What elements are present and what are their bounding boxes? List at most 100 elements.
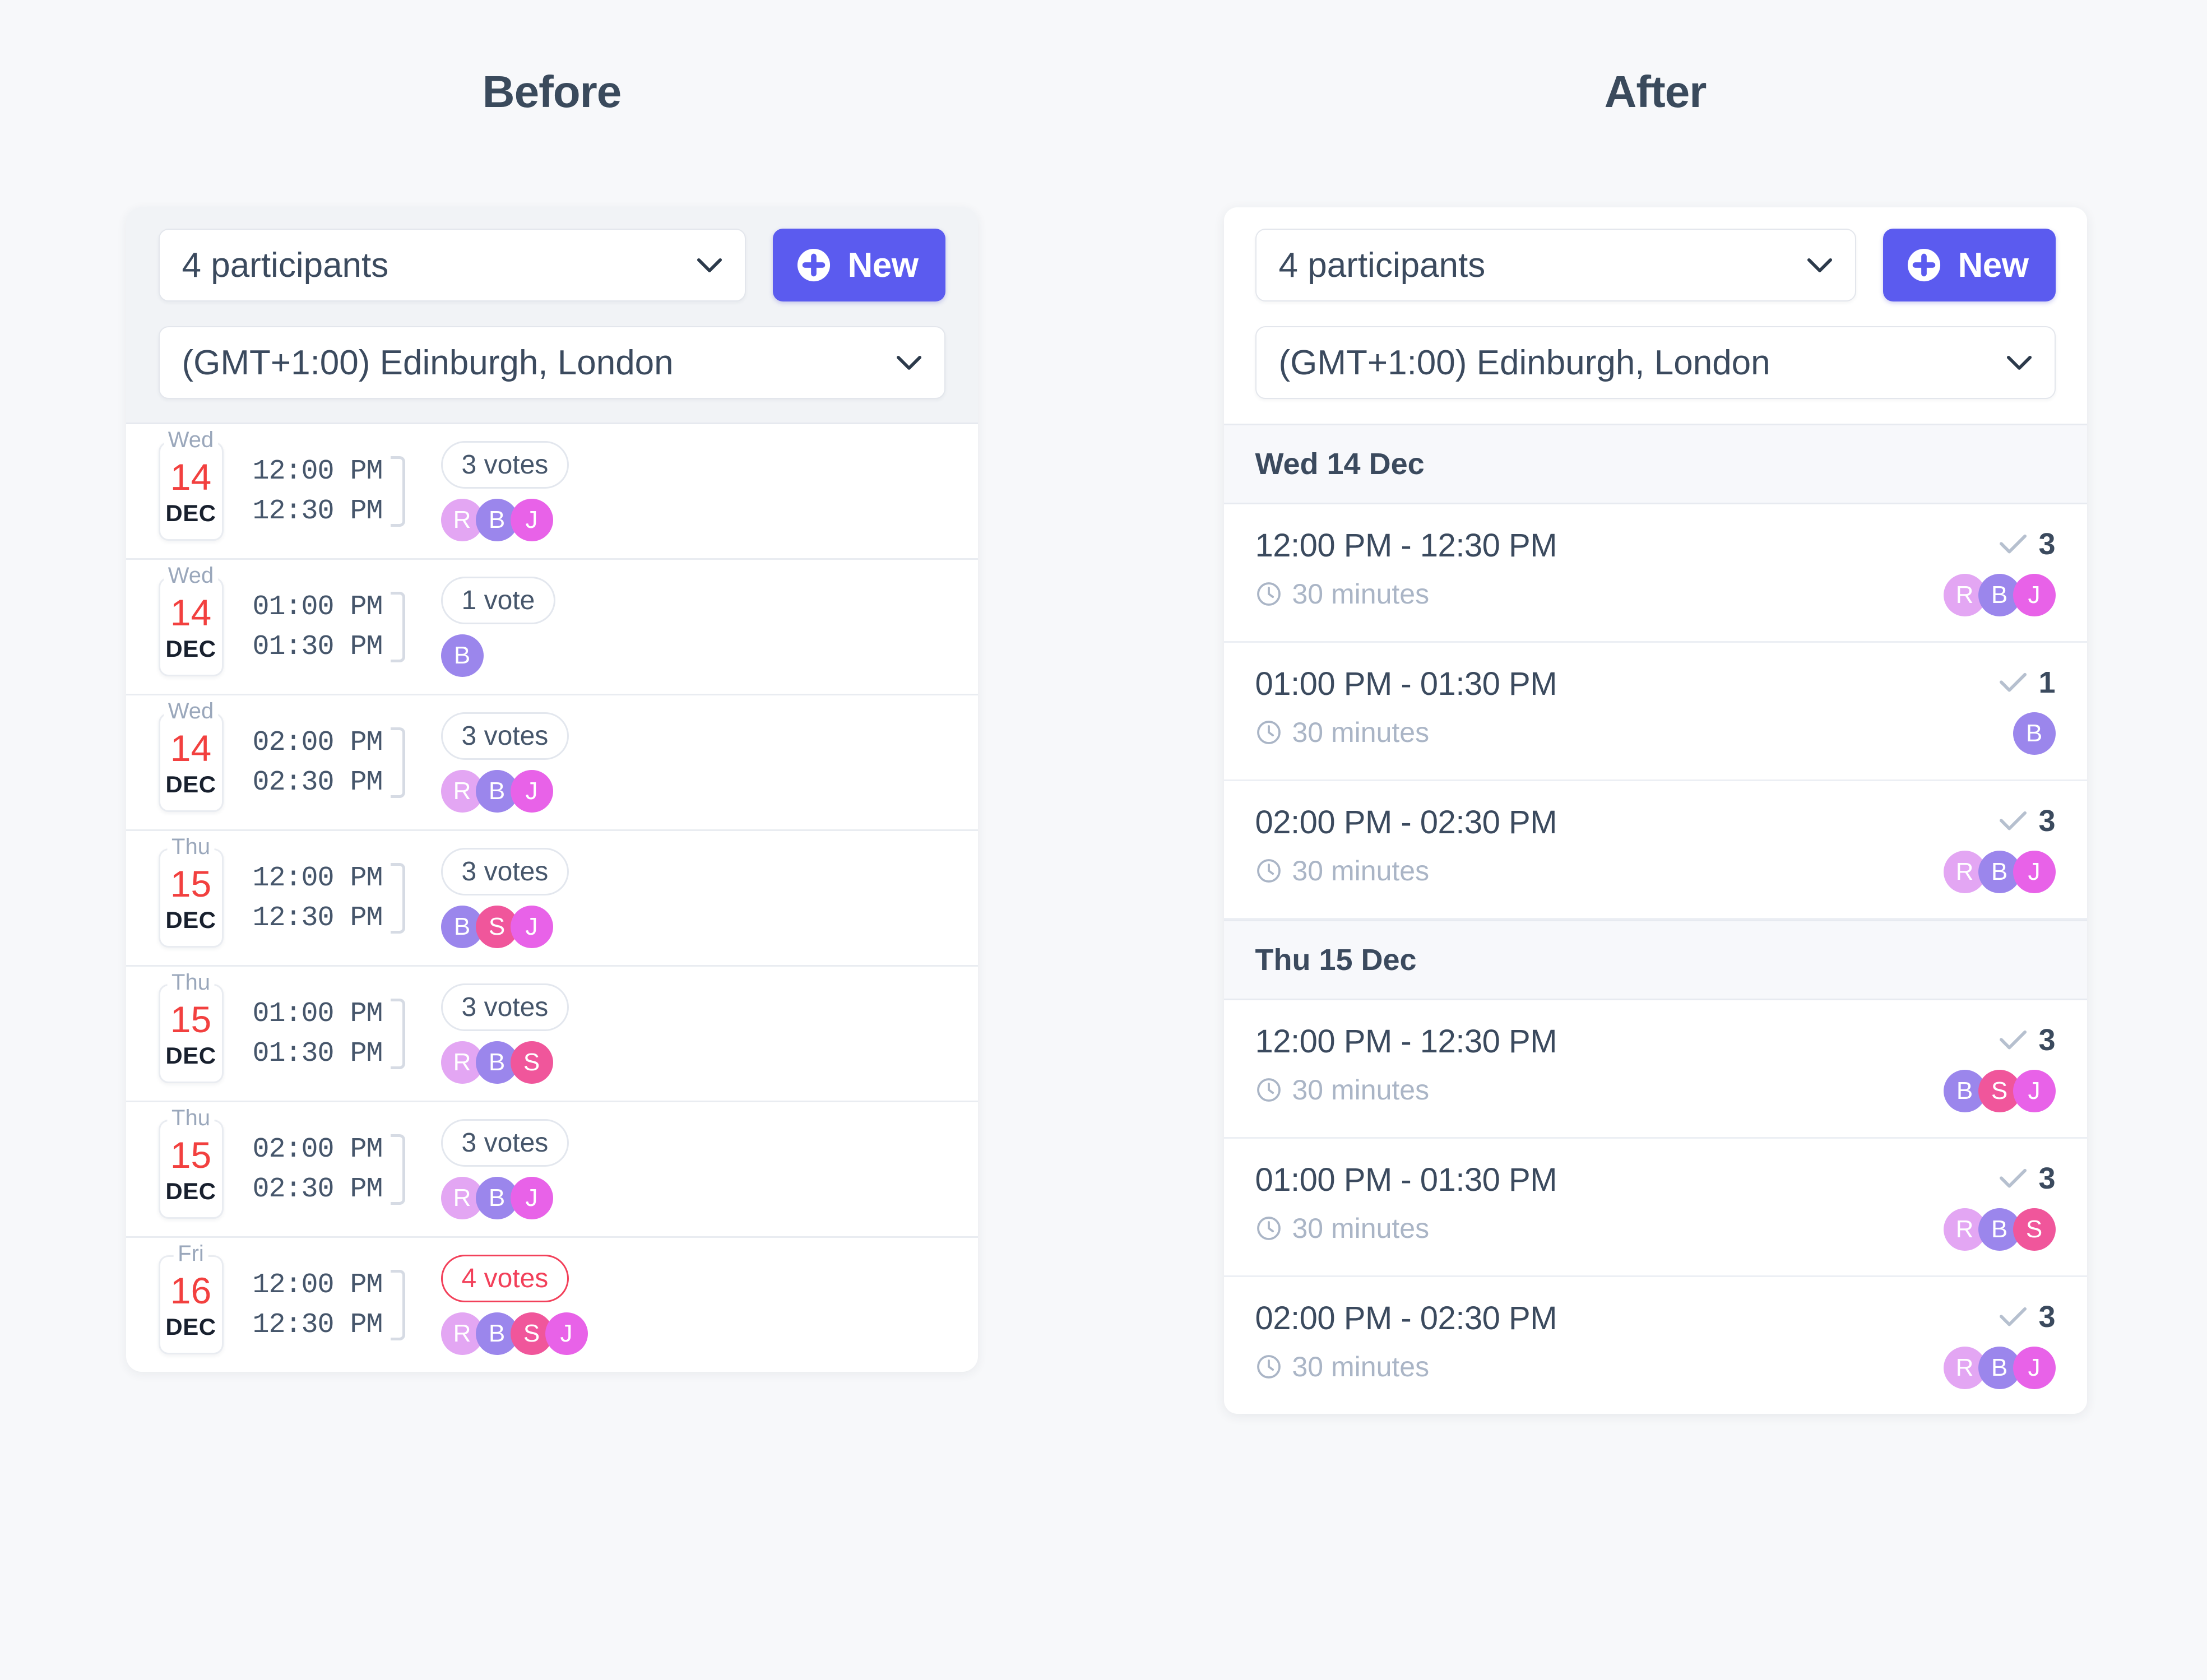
avatar[interactable]: J bbox=[510, 1177, 553, 1219]
time-bracket-icon bbox=[390, 998, 405, 1069]
time-range: 01:00 PM - 01:30 PM bbox=[1255, 666, 1557, 702]
table-row[interactable]: Thu 15 DEC 01:00 PM 01:30 PM 3 votes RBS bbox=[126, 967, 978, 1102]
avatar[interactable]: J bbox=[510, 906, 553, 948]
plus-circle-icon bbox=[796, 248, 831, 282]
new-button-label: New bbox=[1958, 245, 2029, 285]
time-range: 02:00 PM 02:30 PM bbox=[253, 723, 405, 802]
timezone-select[interactable]: (GMT+1:00) Edinburgh, London bbox=[1255, 326, 2056, 399]
date-weekday: Fri bbox=[173, 1242, 208, 1265]
table-row[interactable]: Wed 14 DEC 01:00 PM 01:30 PM 1 vote B bbox=[126, 560, 978, 695]
avatar[interactable]: J bbox=[2013, 1347, 2056, 1389]
clock-icon bbox=[1255, 857, 1282, 884]
table-row[interactable]: Wed 14 DEC 12:00 PM 12:30 PM 3 votes RBJ bbox=[126, 424, 978, 560]
vote-count-number: 3 bbox=[2038, 1023, 2056, 1057]
date-day: 15 bbox=[170, 1134, 212, 1176]
start-time: 02:00 PM bbox=[252, 726, 383, 759]
before-toolbar: 4 participants New (GMT+1:00) Edinburgh,… bbox=[126, 207, 978, 423]
clock-icon bbox=[1255, 581, 1282, 607]
date-box: Thu 15 DEC bbox=[158, 1106, 224, 1219]
table-row[interactable]: 01:00 PM - 01:30 PM 30 minutes 3 RBS bbox=[1223, 1139, 2087, 1277]
avatar[interactable]: J bbox=[545, 1312, 588, 1355]
time-range: 02:00 PM - 02:30 PM bbox=[1255, 1300, 1557, 1336]
table-row[interactable]: Fri 16 DEC 12:00 PM 12:30 PM 4 votes RBS… bbox=[126, 1238, 978, 1372]
time-range: 01:00 PM 01:30 PM bbox=[253, 994, 405, 1074]
date-box: Wed 14 DEC bbox=[158, 428, 224, 541]
start-time: 12:00 PM bbox=[252, 455, 383, 488]
time-range: 02:00 PM 02:30 PM bbox=[253, 1130, 405, 1209]
votes-badge: 3 votes bbox=[441, 848, 569, 895]
table-row[interactable]: 01:00 PM - 01:30 PM 30 minutes 1 B bbox=[1223, 643, 2087, 781]
after-avatar-group: RBJ bbox=[1943, 851, 2056, 893]
avatar[interactable]: J bbox=[2013, 851, 2056, 893]
date-box: Wed 14 DEC bbox=[158, 564, 224, 677]
table-row[interactable]: 02:00 PM - 02:30 PM 30 minutes 3 RBJ bbox=[1223, 781, 2087, 920]
duration-label: 30 minutes bbox=[1292, 855, 1430, 887]
avatar[interactable]: B bbox=[2013, 712, 2056, 755]
chevron-down-icon bbox=[697, 258, 722, 272]
table-row[interactable]: 12:00 PM - 12:30 PM 30 minutes 3 BSJ bbox=[1223, 1000, 2087, 1139]
vote-count: 3 bbox=[1999, 527, 2056, 561]
participants-select[interactable]: 4 participants bbox=[1255, 229, 1856, 301]
plus-circle-icon bbox=[1907, 248, 1941, 282]
table-row[interactable]: 12:00 PM - 12:30 PM 30 minutes 3 RBJ bbox=[1223, 504, 2087, 643]
avatar[interactable]: S bbox=[510, 1041, 553, 1084]
avatar[interactable]: J bbox=[510, 770, 553, 813]
time-range: 12:00 PM - 12:30 PM bbox=[1255, 527, 1557, 564]
clock-icon bbox=[1255, 719, 1282, 746]
vote-count-number: 1 bbox=[2038, 666, 2056, 699]
before-avatar-group: RBSJ bbox=[441, 1312, 588, 1355]
avatar[interactable]: B bbox=[441, 634, 484, 677]
date-box: Fri 16 DEC bbox=[158, 1242, 224, 1355]
after-heading: After bbox=[1604, 67, 1707, 117]
participants-select-value: 4 participants bbox=[182, 245, 389, 285]
date-box: Thu 15 DEC bbox=[158, 835, 224, 948]
votes-badge: 3 votes bbox=[441, 441, 569, 489]
before-column: Before 4 participants New (GMT+1:00) Edi… bbox=[0, 0, 1104, 1680]
before-card: 4 participants New (GMT+1:00) Edinburgh,… bbox=[126, 207, 978, 1372]
new-button[interactable]: New bbox=[1883, 229, 2056, 301]
table-row[interactable]: Wed 14 DEC 02:00 PM 02:30 PM 3 votes RBJ bbox=[126, 695, 978, 831]
after-avatar-group: RBJ bbox=[1943, 1347, 2056, 1389]
avatar[interactable]: J bbox=[2013, 1070, 2056, 1112]
vote-count: 3 bbox=[1999, 1161, 2056, 1196]
timezone-select[interactable]: (GMT+1:00) Edinburgh, London bbox=[158, 326, 945, 399]
after-card: 4 participants New (GMT+1:00) Edinburgh,… bbox=[1223, 207, 2087, 1414]
start-time: 01:00 PM bbox=[252, 997, 383, 1030]
timezone-select-value: (GMT+1:00) Edinburgh, London bbox=[182, 343, 674, 382]
time-range: 12:00 PM 12:30 PM bbox=[253, 858, 405, 938]
duration: 30 minutes bbox=[1255, 716, 1557, 749]
date-day: 16 bbox=[170, 1269, 212, 1311]
new-button[interactable]: New bbox=[772, 229, 945, 301]
before-slot-list: Wed 14 DEC 12:00 PM 12:30 PM 3 votes RBJ… bbox=[126, 423, 978, 1372]
vote-count-number: 3 bbox=[2038, 804, 2056, 838]
end-time: 02:30 PM bbox=[252, 766, 383, 799]
avatar[interactable]: S bbox=[2013, 1208, 2056, 1251]
duration-label: 30 minutes bbox=[1292, 1351, 1430, 1382]
check-icon bbox=[1999, 1167, 2027, 1190]
time-range: 12:00 PM 12:30 PM bbox=[253, 452, 405, 531]
table-row[interactable]: 02:00 PM - 02:30 PM 30 minutes 3 RBJ bbox=[1224, 1277, 2087, 1414]
participants-select[interactable]: 4 participants bbox=[158, 229, 746, 301]
date-day: 14 bbox=[170, 456, 212, 498]
end-time: 02:30 PM bbox=[252, 1173, 383, 1205]
time-range: 02:00 PM - 02:30 PM bbox=[1255, 804, 1557, 841]
table-row[interactable]: Thu 15 DEC 02:00 PM 02:30 PM 3 votes RBJ bbox=[126, 1102, 978, 1238]
timezone-select-value: (GMT+1:00) Edinburgh, London bbox=[1278, 343, 1770, 382]
avatar[interactable]: J bbox=[510, 499, 553, 541]
before-avatar-group: RBJ bbox=[441, 499, 553, 541]
comparison-page: Before 4 participants New (GMT+1:00) Edi… bbox=[0, 0, 2207, 1680]
date-month: DEC bbox=[165, 635, 216, 662]
time-range: 12:00 PM 12:30 PM bbox=[253, 1265, 405, 1345]
chevron-down-icon bbox=[2006, 355, 2032, 370]
date-weekday: Thu bbox=[167, 1106, 215, 1129]
before-avatar-group: RBS bbox=[441, 1041, 553, 1084]
start-time: 12:00 PM bbox=[252, 1269, 383, 1301]
duration: 30 minutes bbox=[1255, 578, 1557, 610]
date-day: 15 bbox=[170, 998, 212, 1040]
end-time: 01:30 PM bbox=[252, 1037, 383, 1070]
table-row[interactable]: Thu 15 DEC 12:00 PM 12:30 PM 3 votes BSJ bbox=[126, 831, 978, 967]
date-weekday: Wed bbox=[163, 699, 219, 722]
avatar[interactable]: J bbox=[2013, 574, 2056, 616]
date-month: DEC bbox=[165, 1042, 216, 1069]
check-icon bbox=[1999, 810, 2027, 832]
